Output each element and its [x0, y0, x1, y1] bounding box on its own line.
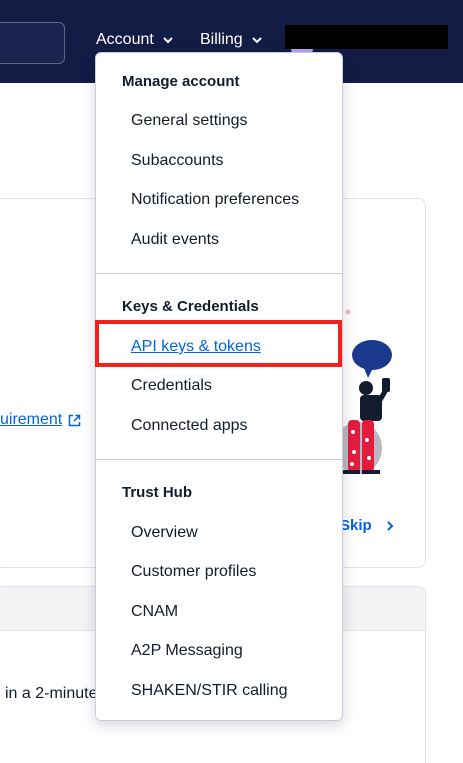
- requirement-link-label: uirement: [0, 411, 63, 428]
- billing-label: Billing: [200, 31, 243, 48]
- tutorial-text: in a 2-minute: [5, 685, 98, 702]
- skip-button[interactable]: Skip: [340, 517, 394, 534]
- illustration-person-icon: [334, 309, 392, 474]
- group-title-keys-credentials: Keys & Credentials: [122, 298, 259, 315]
- group-title-manage-account: Manage account: [122, 73, 240, 90]
- menu-item-a2p-messaging[interactable]: A2P Messaging: [131, 642, 243, 660]
- menu-divider: [96, 273, 342, 274]
- group-title-trust-hub: Trust Hub: [122, 484, 192, 501]
- skip-label: Skip: [340, 517, 372, 534]
- chevron-down-icon: [251, 37, 262, 44]
- external-link-icon: [69, 414, 81, 426]
- billing-menu-trigger[interactable]: Billing: [200, 31, 263, 49]
- menu-item-notification-preferences[interactable]: Notification preferences: [131, 191, 299, 209]
- menu-item-customer-profiles[interactable]: Customer profiles: [131, 563, 256, 581]
- menu-item-shaken-stir-calling[interactable]: SHAKEN/STIR calling: [131, 682, 288, 700]
- search-input[interactable]: [0, 22, 65, 64]
- menu-item-api-keys-tokens[interactable]: API keys & tokens: [131, 338, 261, 356]
- menu-item-general-settings[interactable]: General settings: [131, 112, 248, 130]
- menu-item-subaccounts[interactable]: Subaccounts: [131, 152, 224, 170]
- requirement-link[interactable]: uirement: [0, 411, 81, 429]
- redacted-account-name: [285, 25, 448, 49]
- account-dropdown-menu: Manage account General settings Subaccou…: [95, 52, 343, 721]
- menu-item-connected-apps[interactable]: Connected apps: [131, 417, 248, 435]
- account-menu-trigger[interactable]: Account: [96, 31, 174, 49]
- account-label: Account: [96, 31, 154, 48]
- chevron-down-icon: [163, 37, 173, 44]
- menu-item-cnam[interactable]: CNAM: [131, 603, 178, 621]
- menu-item-audit-events[interactable]: Audit events: [131, 231, 219, 249]
- chevron-right-icon: [386, 520, 394, 531]
- menu-divider: [96, 459, 342, 460]
- menu-item-credentials[interactable]: Credentials: [131, 377, 212, 395]
- menu-item-overview[interactable]: Overview: [131, 524, 198, 542]
